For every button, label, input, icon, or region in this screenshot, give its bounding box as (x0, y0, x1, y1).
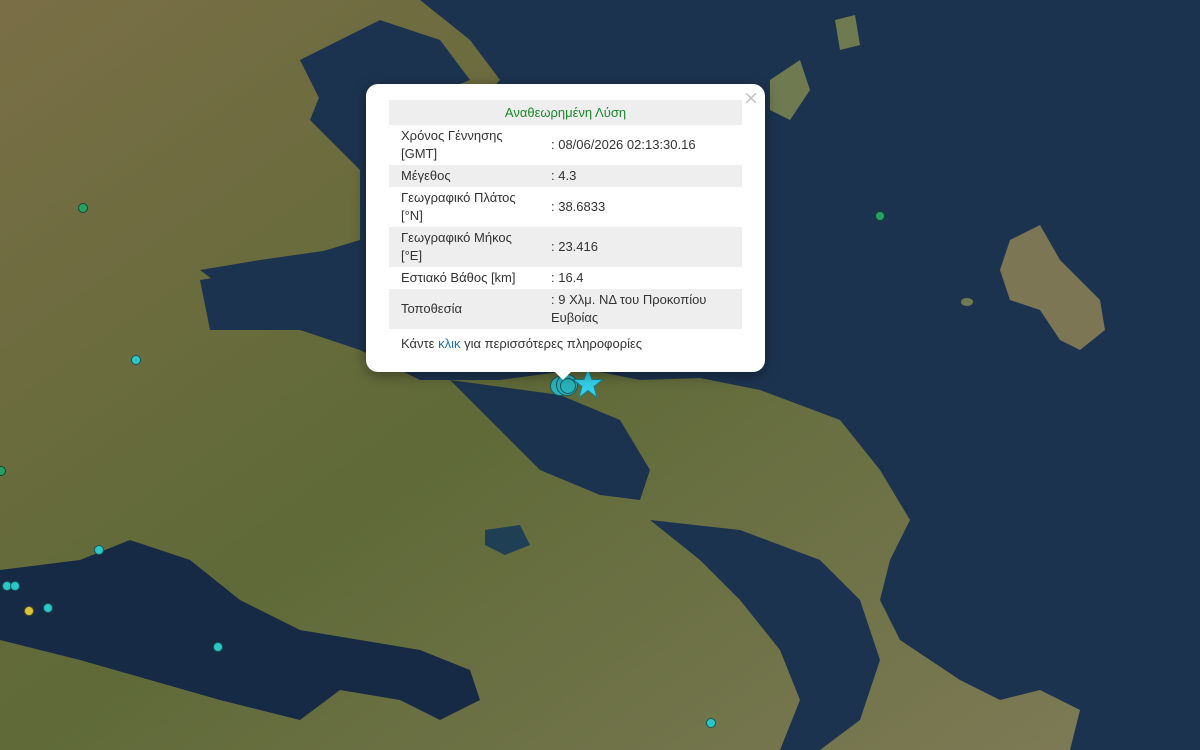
table-row: Γεωγραφικό Μήκος [°E] : 23.416 (389, 227, 742, 267)
longitude-label: Γεωγραφικό Μήκος [°E] (389, 227, 539, 267)
island (961, 298, 973, 306)
origin-time-label: Χρόνος Γέννησης [GMT] (401, 128, 503, 161)
table-row: Γεωγραφικό Πλάτος [°N] : 38.6833 (389, 187, 742, 227)
table-row: Τοποθεσία : 9 Χλμ. ΝΔ του Προκοπίου Ευβο… (389, 289, 742, 329)
marker-cyan[interactable] (43, 603, 53, 613)
more-info-suffix: για περισσότερες πληροφορίες (460, 336, 643, 351)
marker-cyan[interactable] (131, 355, 141, 365)
more-info-text: Κάντε κλικ για περισσότερες πληροφορίες (401, 336, 642, 351)
star-icon[interactable] (571, 367, 605, 405)
origin-time-value: : 08/06/2026 02:13:30.16 (551, 137, 696, 152)
popup-tip (553, 370, 573, 380)
more-info-prefix: Κάντε (401, 336, 439, 351)
marker-cyan[interactable] (706, 718, 716, 728)
magnitude-value: : 4.3 (539, 165, 742, 187)
table-row: Χρόνος Γέννησης [GMT] : 08/06/2026 02:13… (389, 125, 742, 165)
marker-yellow[interactable] (24, 606, 34, 616)
depth-value: : 16.4 (551, 270, 584, 285)
table-header-row: Αναθεωρημένη Λύση (389, 100, 742, 125)
latitude-label: Γεωγραφικό Πλάτος [°N] (401, 190, 516, 223)
marker-cyan[interactable] (94, 545, 104, 555)
depth-label: Εστιακό Βάθος [km] (401, 270, 516, 285)
marker-green[interactable] (875, 211, 885, 221)
magnitude-label: Μέγεθος (389, 165, 539, 187)
solution-header: Αναθεωρημένη Λύση (389, 100, 742, 125)
longitude-value: : 23.416 (539, 227, 742, 267)
table-row: Μέγεθος : 4.3 (389, 165, 742, 187)
table-row: Εστιακό Βάθος [km] : 16.4 (389, 267, 742, 289)
location-value: : 9 Χλμ. ΝΔ του Προκοπίου Ευβοίας (539, 289, 742, 329)
latitude-value: : 38.6833 (551, 199, 606, 214)
more-info-link[interactable]: κλικ (438, 336, 460, 351)
info-table: Αναθεωρημένη Λύση Χρόνος Γέννησης [GMT] … (389, 100, 742, 329)
marker-green[interactable] (78, 203, 88, 213)
marker-cyan[interactable] (10, 581, 20, 591)
earthquake-info-popup: × Αναθεωρημένη Λύση Χρόνος Γέννησης [GMT… (366, 84, 765, 372)
close-icon[interactable]: × (743, 86, 759, 110)
marker-cyan[interactable] (213, 642, 223, 652)
location-label: Τοποθεσία (389, 289, 539, 329)
